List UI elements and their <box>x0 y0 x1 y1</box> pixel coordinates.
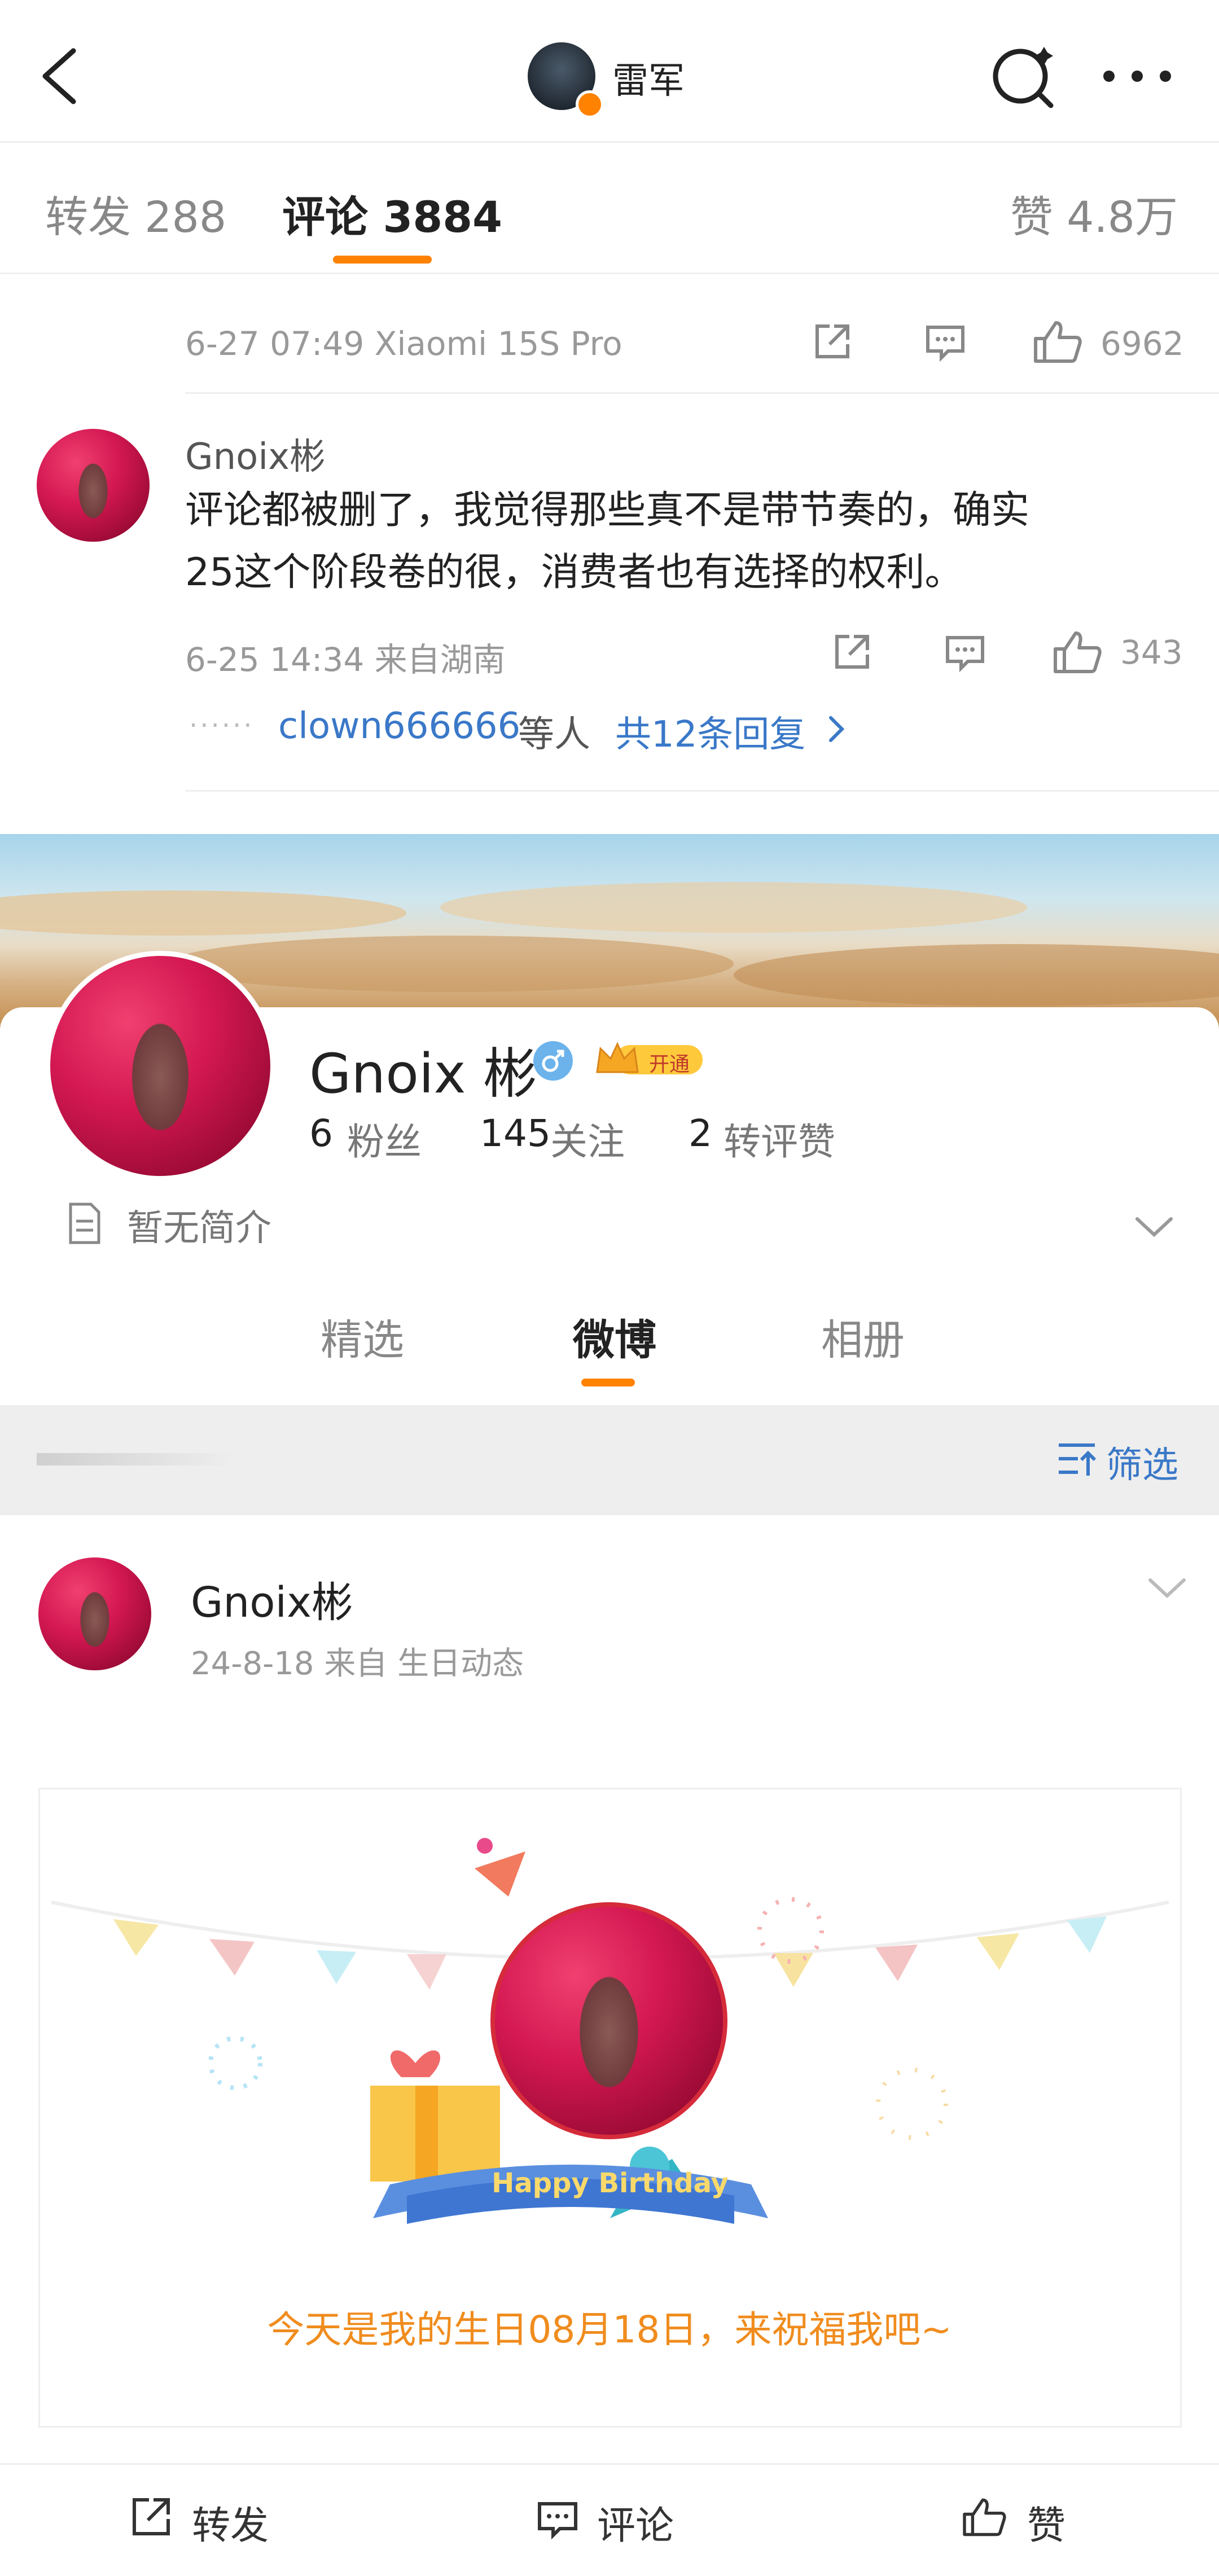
comment-button[interactable]: 评论 <box>597 2494 674 2550</box>
comment-text-line1: 评论都被删了，我觉得那些真不是带节奏的，确实 <box>185 488 1030 533</box>
more-dots-icon[interactable] <box>1100 59 1174 93</box>
comment-avatar[interactable] <box>37 429 150 542</box>
repost-label[interactable]: 转评赞 <box>723 1112 835 1166</box>
reply-count-link[interactable]: 共12条回复 <box>615 705 805 757</box>
divider <box>185 790 1219 792</box>
post-avatar[interactable] <box>38 1557 151 1670</box>
filter-sort-icon[interactable] <box>1055 1436 1100 1481</box>
birthday-message: 今天是我的生日08月18日，来祝福我吧~ <box>267 2308 952 2351</box>
like-button-icon[interactable] <box>959 2491 1010 2542</box>
refresh-search-icon[interactable] <box>988 42 1055 110</box>
male-gender-icon <box>533 1041 573 1081</box>
like-button[interactable]: 赞 <box>1027 2494 1065 2550</box>
profile-name: Gnoix 彬 <box>309 1042 537 1105</box>
comment-bubble-icon[interactable] <box>535 2497 580 2542</box>
reply-dots: ······ <box>189 710 255 741</box>
like-thumb-icon[interactable] <box>1030 316 1086 367</box>
happy-birthday-banner: Happy Birthday <box>492 2167 729 2199</box>
nav-title[interactable]: 雷军 <box>612 52 685 104</box>
comment-text-line2: 25这个阶段卷的很，消费者也有选择的权利。 <box>185 550 963 595</box>
vip-label: 开通 <box>649 1053 690 1076</box>
previous-comment-meta: 6-27 07:49 Xiaomi 15S Pro <box>185 324 622 363</box>
reply-users-link[interactable]: clown666666 <box>278 705 520 747</box>
share-icon[interactable] <box>807 316 858 367</box>
fans-count[interactable]: 6 <box>309 1112 333 1155</box>
tab-like[interactable]: 赞 4.8万 <box>1010 182 1178 244</box>
vip-open-badge[interactable]: 开通 <box>593 1038 705 1081</box>
reply-suffix: 等人 <box>518 714 590 756</box>
chevron-down-icon[interactable] <box>1132 1213 1177 1241</box>
divider <box>185 392 1219 394</box>
previous-comment-like-count: 6962 <box>1100 324 1184 363</box>
filter-label[interactable]: 筛选 <box>1106 1436 1178 1488</box>
forward-icon[interactable] <box>129 2494 174 2539</box>
post-menu-chevron-icon[interactable] <box>1145 1574 1190 1603</box>
chevron-right-icon[interactable] <box>825 712 848 746</box>
follow-count[interactable]: 145 <box>480 1112 551 1155</box>
tab-comment[interactable]: 评论 3884 <box>282 182 502 244</box>
follow-label[interactable]: 关注 <box>550 1112 625 1166</box>
filter-bar <box>0 1405 1219 1515</box>
fans-label[interactable]: 粉丝 <box>347 1112 422 1166</box>
repost-count[interactable]: 2 <box>689 1112 712 1155</box>
profile-intro: 暂无简介 <box>127 1208 271 1249</box>
post-meta: 24-8-18 来自 生日动态 <box>191 1645 524 1682</box>
post-username[interactable]: Gnoix彬 <box>191 1569 353 1629</box>
comment-like-thumb-icon[interactable] <box>1050 626 1106 677</box>
document-icon <box>65 1201 104 1246</box>
profile-tab-weibo[interactable]: 微博 <box>573 1306 656 1367</box>
loading-placeholder <box>37 1453 234 1465</box>
profile-tab-featured[interactable]: 精选 <box>321 1306 404 1367</box>
profile-tab-indicator <box>581 1379 635 1386</box>
comment-reply-icon[interactable] <box>940 626 990 677</box>
tab-active-indicator <box>333 256 432 264</box>
profile-tab-album[interactable]: 相册 <box>821 1306 905 1367</box>
comment-username[interactable]: Gnoix彬 <box>185 428 326 480</box>
comment-like-count: 343 <box>1120 633 1183 672</box>
post-tabs: 转发 288 评论 3884 赞 4.8万 <box>0 141 1219 274</box>
back-arrow-icon[interactable] <box>34 45 85 107</box>
tab-forward[interactable]: 转发 288 <box>45 182 226 244</box>
comment-share-icon[interactable] <box>827 626 878 677</box>
forward-button[interactable]: 转发 <box>192 2494 269 2550</box>
profile-avatar[interactable] <box>45 951 275 1181</box>
comment-icon[interactable] <box>920 316 971 367</box>
comment-time-location: 6-25 14:34 来自湖南 <box>185 640 506 679</box>
birthday-avatar <box>490 1902 727 2139</box>
top-nav-bar: 雷军 <box>0 0 1219 141</box>
verified-badge-icon <box>576 90 604 119</box>
